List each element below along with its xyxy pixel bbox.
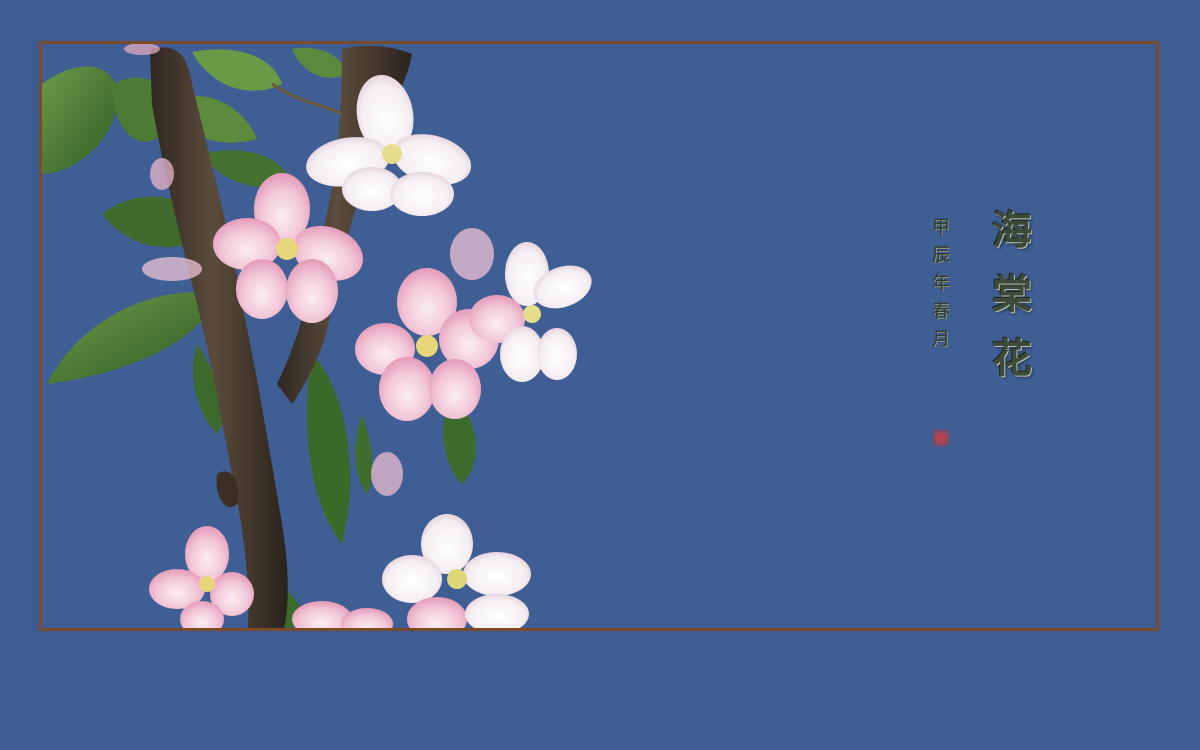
red-seal-stamp-icon (932, 429, 950, 447)
blossom-bottom-white (382, 514, 531, 628)
date-char-4: 春 (932, 300, 950, 322)
blossom-bottom-left-pink (149, 526, 254, 628)
blossom-upper-white (306, 74, 472, 216)
picture-frame: 海 棠 花 甲 辰 年 春 月 (39, 41, 1159, 631)
blossom-bottom-middle-pink (292, 601, 393, 628)
date-char-2: 辰 (932, 244, 950, 266)
poem-title: 海 棠 花 (982, 199, 1042, 391)
blossom-center-pink (355, 268, 499, 421)
date-char-3: 年 (932, 272, 950, 294)
date-char-1: 甲 (932, 217, 950, 238)
title-char-3: 花 (992, 335, 1032, 382)
title-char-1: 海 (992, 207, 1032, 254)
date-inscription: 甲 辰 年 春 月 (928, 214, 954, 353)
date-char-5: 月 (932, 328, 950, 350)
title-char-2: 棠 (992, 271, 1032, 318)
